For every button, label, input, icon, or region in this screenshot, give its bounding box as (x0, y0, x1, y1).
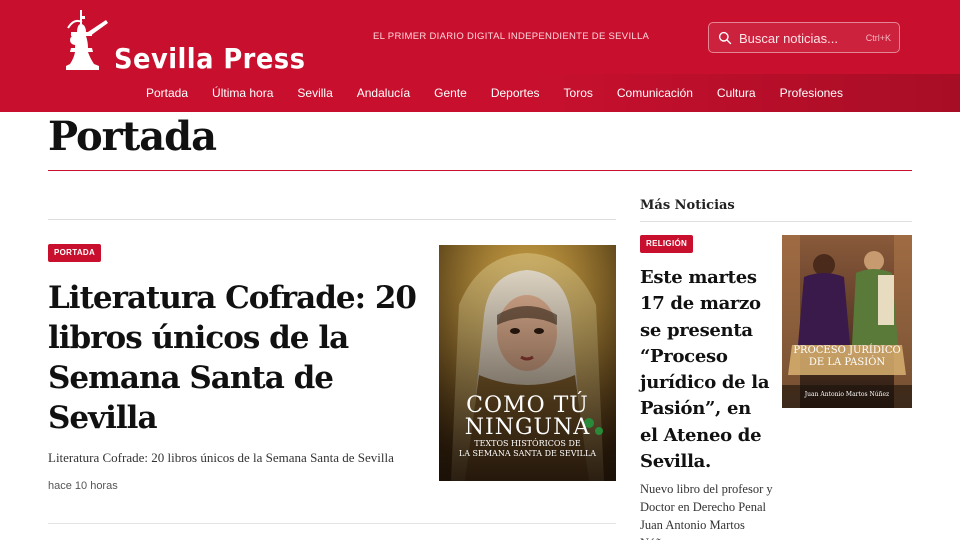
nav-item-ultima-hora[interactable]: Última hora (212, 86, 273, 100)
main-divider (48, 219, 616, 220)
main-article-time: hace 10 horas (48, 480, 118, 492)
page-title: Portada (48, 113, 217, 160)
nav-item-cultura[interactable]: Cultura (717, 86, 756, 100)
site-logo[interactable]: Sevilla Press (66, 8, 305, 75)
nav-item-sevilla[interactable]: Sevilla (297, 86, 332, 100)
sidebar-category-badge[interactable]: RELIGIÓN (640, 235, 694, 253)
search-box[interactable]: Ctrl+K (708, 22, 900, 53)
brand-name: Sevilla Press (114, 42, 306, 75)
main-article-excerpt: Literatura Cofrade: 20 libros únicos de … (48, 450, 394, 465)
search-shortcut-hint: Ctrl+K (865, 33, 891, 43)
main-article-image[interactable]: COMO TÚ NINGUNA TEXTOS HISTÓRICOS DE LA … (439, 245, 616, 481)
nav-item-gente[interactable]: Gente (434, 86, 467, 100)
nav-item-comunicacion[interactable]: Comunicación (617, 86, 693, 100)
side-cover-author: Juan Antonio Martos Núñez (804, 391, 890, 398)
header-top-bar: Sevilla Press EL PRIMER DIARIO DIGITAL I… (0, 0, 960, 75)
nav-item-andalucia[interactable]: Andalucía (357, 86, 410, 100)
main-article-headline[interactable]: Literatura Cofrade: 20 libros únicos de … (48, 278, 428, 438)
search-icon (718, 31, 732, 45)
sidebar-article-image[interactable]: PROCESO JURÍDICO DE LA PASIÓN Juan Anton… (782, 235, 912, 408)
site-tagline: EL PRIMER DIARIO DIGITAL INDEPENDIENTE D… (373, 31, 650, 42)
cover-subtitle-line2: LA SEMANA SANTA DE SEVILLA (458, 449, 597, 458)
nav-item-toros[interactable]: Toros (564, 86, 593, 100)
site-header: Sevilla Press EL PRIMER DIARIO DIGITAL I… (0, 0, 960, 112)
side-cover-title-line1: PROCESO JURÍDICO (793, 345, 901, 356)
nav-item-portada[interactable]: Portada (146, 86, 188, 100)
category-badge[interactable]: PORTADA (48, 244, 102, 262)
sidebar-title: Más Noticias (640, 198, 735, 213)
sidebar-article-excerpt: Nuevo libro del profesor y Doctor en Der… (640, 482, 773, 540)
side-cover-title-line2: DE LA PASIÓN (808, 357, 886, 368)
nav-list: Portada Última hora Sevilla Andalucía Ge… (146, 74, 867, 112)
title-divider (48, 170, 912, 171)
main-nav: Portada Última hora Sevilla Andalucía Ge… (0, 74, 960, 112)
sidebar-article-headline[interactable]: Este martes 17 de marzo se presenta “Pro… (640, 265, 770, 475)
search-input[interactable] (739, 29, 859, 47)
cover-subtitle-line1: TEXTOS HISTÓRICOS DE (474, 439, 581, 448)
book-cover-proceso-juridico (782, 235, 912, 408)
giralda-logo-icon (66, 10, 108, 70)
sidebar-divider (640, 221, 912, 222)
nav-item-deportes[interactable]: Deportes (491, 86, 540, 100)
cover-title-line2: NINGUNA (464, 415, 591, 440)
main-divider-bottom (48, 523, 616, 524)
nav-item-profesiones[interactable]: Profesiones (780, 86, 843, 100)
